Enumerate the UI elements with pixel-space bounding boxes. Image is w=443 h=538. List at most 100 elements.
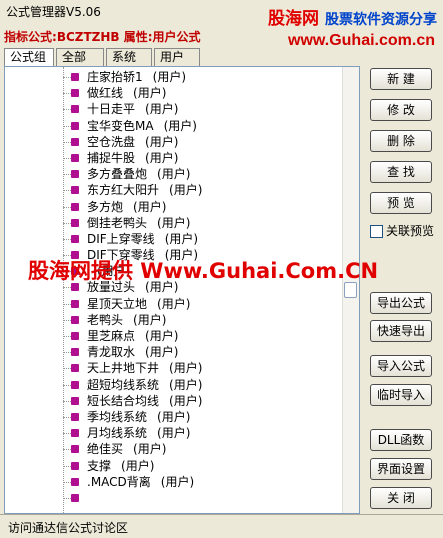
find-button[interactable]: 查 找 <box>370 161 432 183</box>
vertical-scrollbar[interactable] <box>342 67 359 513</box>
formula-name: 多方炮 <box>87 199 124 214</box>
list-item[interactable]: 超短均线系统 (用户) <box>5 377 345 393</box>
formula-icon <box>71 153 79 162</box>
formula-type: (用户) <box>145 345 179 360</box>
formula-label: 指标公式: <box>4 30 57 44</box>
list-item[interactable]: 里芝麻点 (用户) <box>5 328 345 344</box>
tree-branch <box>63 238 71 240</box>
tab-all[interactable]: 全部 <box>56 48 104 66</box>
formula-type: (用户) <box>157 409 191 424</box>
formula-icon <box>71 429 79 438</box>
formula-icon <box>71 315 79 324</box>
tree-branch <box>63 416 71 418</box>
formula-name: 倒挂老鸭头 <box>87 215 148 230</box>
formula-name: 绝佳买 <box>87 442 124 457</box>
formula-type: (用户) <box>121 458 155 473</box>
list-item[interactable]: 十日走平 (用户) <box>5 101 345 117</box>
list-item[interactable]: 天上井地下井 (用户) <box>5 360 345 376</box>
tree-branch <box>63 303 71 305</box>
tree-branch <box>63 109 71 111</box>
formula-icon <box>71 218 79 227</box>
formula-type: (用户) <box>169 361 203 376</box>
list-item[interactable]: 捕捉牛股 (用户) <box>5 150 345 166</box>
linked-preview-checkbox[interactable]: 关联预览 <box>370 222 434 239</box>
ui-settings-button[interactable]: 界面设置 <box>370 458 432 480</box>
dll-function-button[interactable]: DLL函数 <box>370 429 432 451</box>
formula-name: 空仓洗盘 <box>87 134 136 149</box>
tab-system[interactable]: 系统 <box>106 48 152 66</box>
formula-type: (用户) <box>169 393 203 408</box>
import-formula-button[interactable]: 导入公式 <box>370 355 432 377</box>
formula-type: (用户) <box>133 199 167 214</box>
formula-icon <box>71 348 79 357</box>
tree-branch <box>63 287 71 289</box>
quick-export-button[interactable]: 快速导出 <box>370 320 432 342</box>
modify-button[interactable]: 修 改 <box>370 99 432 121</box>
formula-icon <box>71 170 79 179</box>
new-button[interactable]: 新 建 <box>370 68 432 90</box>
formula-name: 支撑 <box>87 458 112 473</box>
list-item[interactable]: 空仓洗盘 (用户) <box>5 134 345 150</box>
list-item[interactable]: 绝佳买 (用户) <box>5 441 345 457</box>
list-item[interactable]: 多方叠叠炮 (用户) <box>5 166 345 182</box>
list-item[interactable]: 东方红大阳升 (用户) <box>5 182 345 198</box>
formula-icon <box>71 121 79 130</box>
list-item[interactable]: 老鸭头 (用户) <box>5 312 345 328</box>
formula-icon <box>71 137 79 146</box>
close-button[interactable]: 关 闭 <box>370 487 432 509</box>
formula-info: 指标公式:BCZTZHB 属性:用户公式 <box>4 28 201 45</box>
list-item[interactable]: 季均线系统 (用户) <box>5 409 345 425</box>
list-item[interactable]: 宝华变色MA (用户) <box>5 118 345 134</box>
formula-name: 青龙取水 <box>87 345 136 360</box>
list-item[interactable]: 青龙取水 (用户) <box>5 344 345 360</box>
list-item[interactable]: 倒挂老鸭头 (用户) <box>5 215 345 231</box>
list-item[interactable]: DIF上穿零线 (用户) <box>5 231 345 247</box>
brand-name: 股海网 <box>268 9 319 29</box>
delete-button[interactable]: 删 除 <box>370 130 432 152</box>
formula-type: (用户) <box>145 150 179 165</box>
tree-branch <box>63 190 71 192</box>
brand-slogan: 股票软件资源分享 <box>325 12 437 28</box>
tab-user[interactable]: 用户 <box>154 48 200 66</box>
formula-name: 里芝麻点 <box>87 329 136 343</box>
list-item[interactable]: 支撑 (用户) <box>5 458 345 474</box>
formula-type: (用户) <box>169 183 203 198</box>
formula-icon <box>71 299 79 308</box>
formula-name: 短长结合均线 <box>87 393 160 408</box>
formula-tree[interactable]: 庄家抬轿1 (用户) 做红线 (用户) 十日走平 (用户) 宝华变色MA (用户) 空仓洗盘 (用… <box>4 66 360 514</box>
formula-icon <box>71 445 79 454</box>
formula-type: (用户) <box>169 377 203 392</box>
formula-type: (用户) <box>152 70 187 84</box>
formula-name: 天上井地下井 <box>87 361 160 376</box>
checkbox-label: 关联预览 <box>386 224 435 238</box>
list-item[interactable] <box>5 490 345 506</box>
list-item[interactable]: 短长结合均线 (用户) <box>5 393 345 409</box>
formula-icon <box>71 234 79 243</box>
formula-icon <box>71 380 79 389</box>
formula-icon <box>71 412 79 421</box>
tree-branch <box>63 157 71 159</box>
tab-formula-group[interactable]: 公式组 <box>4 48 54 67</box>
formula-name: 做红线 <box>87 86 124 101</box>
list-item[interactable]: 月均线系统 (用户) <box>5 425 345 441</box>
list-item[interactable]: 星顶天立地 (用户) <box>5 296 345 312</box>
tree-branch <box>63 319 71 321</box>
export-formula-button[interactable]: 导出公式 <box>370 292 432 314</box>
forum-link[interactable]: 访问通达信公式讨论区 <box>8 519 128 536</box>
list-item[interactable]: .MACD背离 (用户) <box>5 474 345 490</box>
formula-type: (用户) <box>164 231 199 246</box>
tree-branch <box>63 433 71 435</box>
formula-name: 宝华变色MA <box>87 118 154 133</box>
tree-branch <box>63 497 71 499</box>
formula-icon <box>71 396 79 405</box>
temp-import-button[interactable]: 临时导入 <box>370 384 432 406</box>
list-item[interactable]: 做红线 (用户) <box>5 85 345 101</box>
preview-button[interactable]: 预 览 <box>370 192 432 214</box>
formula-type: (用户) <box>157 167 191 182</box>
brand-url: www.Guhai.com.cn <box>288 32 435 49</box>
checkbox-box[interactable] <box>370 225 383 238</box>
brand-logo: 股海网 股票软件资源分享 <box>268 4 437 29</box>
list-item[interactable]: 庄家抬轿1 (用户) <box>5 69 345 85</box>
list-item[interactable]: 多方炮 (用户) <box>5 199 345 215</box>
tree-branch <box>63 352 71 354</box>
